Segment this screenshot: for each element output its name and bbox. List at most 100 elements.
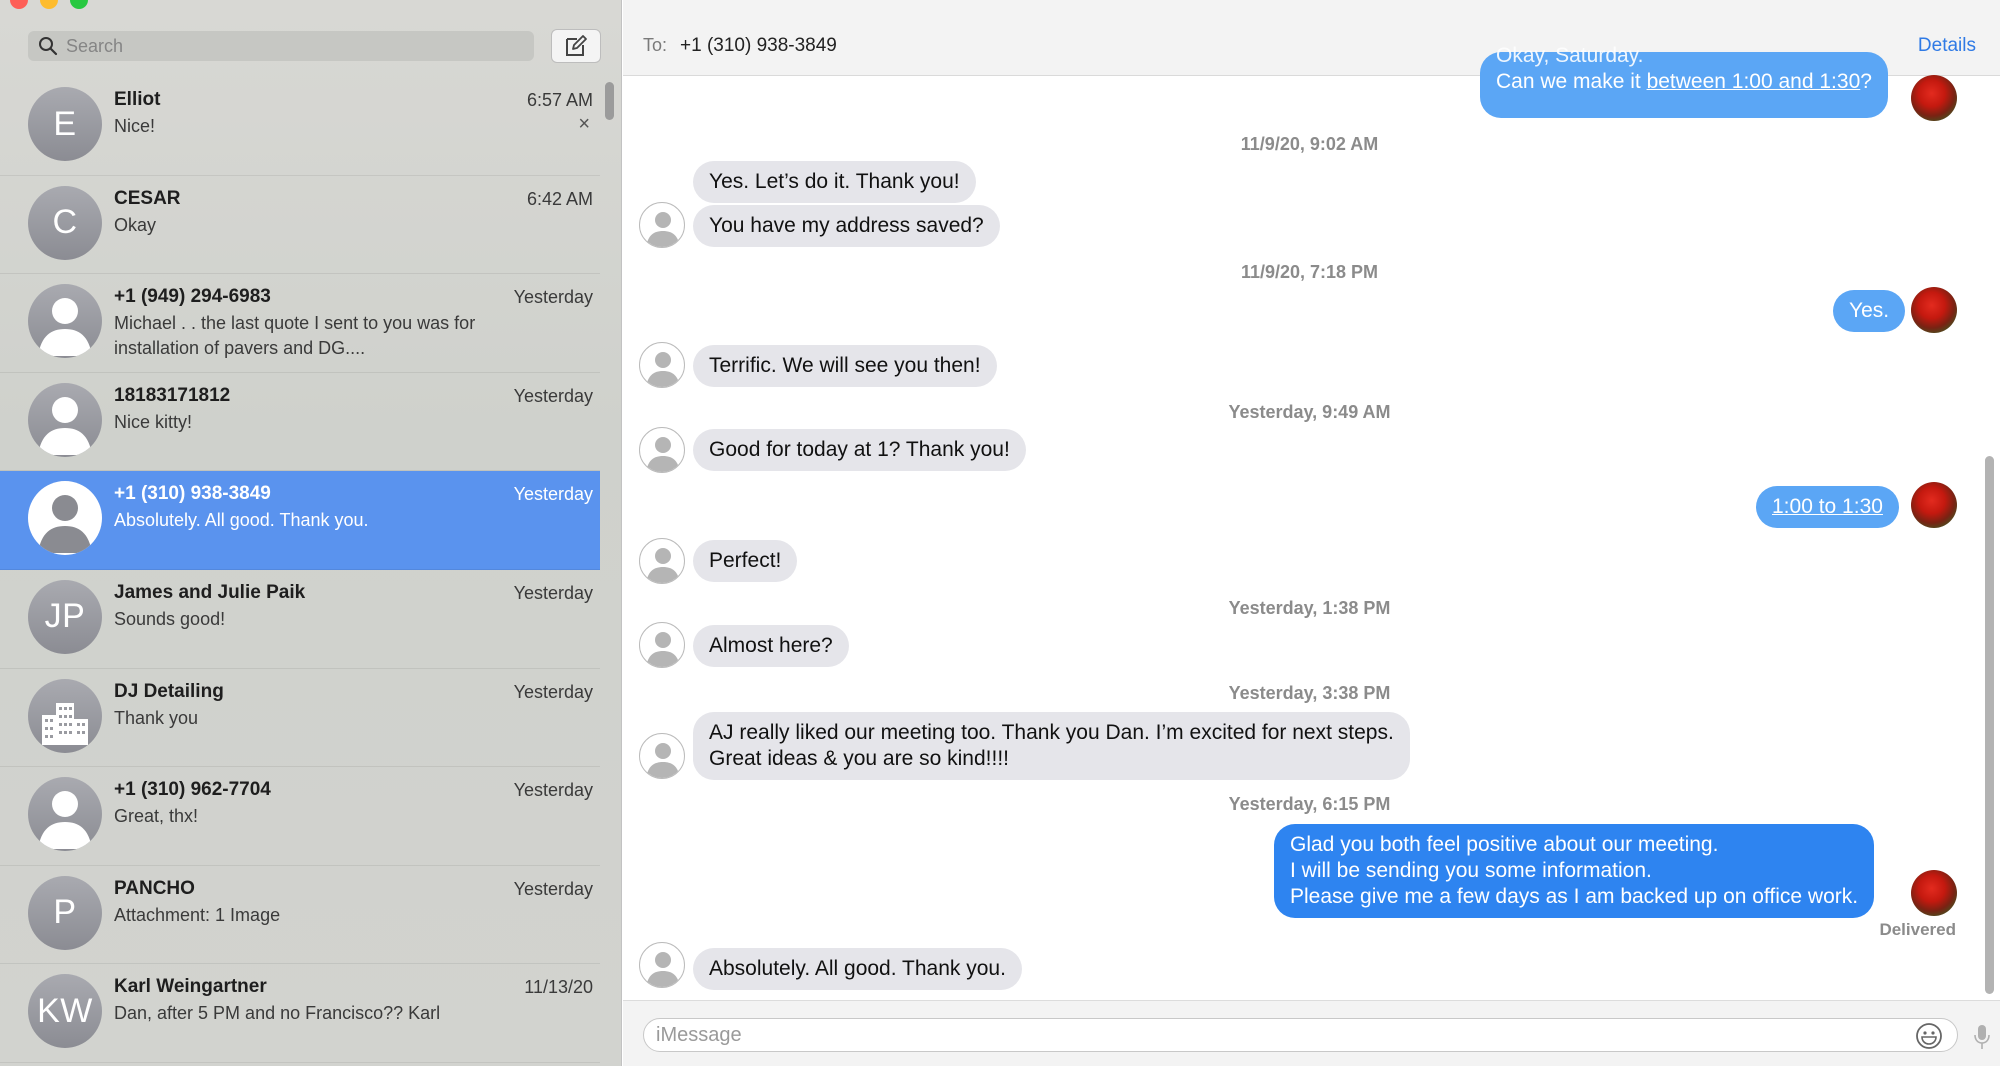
compose-button[interactable] (551, 29, 601, 63)
message-text: I will be sending you some information. (1290, 859, 1652, 882)
sidebar-scrollbar[interactable] (605, 82, 614, 120)
contact-avatar (639, 942, 685, 988)
message-incoming[interactable]: Good for today at 1? Thank you! (693, 429, 1026, 471)
message-incoming[interactable]: You have my address saved? (693, 205, 1000, 247)
close-window-button[interactable] (10, 0, 28, 9)
message-text: Can we make it (1496, 70, 1647, 93)
message-text: Please give me a few days as I am backed… (1290, 885, 1859, 908)
message-text: ? (1860, 70, 1872, 93)
conversation-name: +1 (310) 962-7704 (114, 779, 271, 801)
search-field[interactable] (28, 31, 534, 61)
conversation-time: Yesterday (513, 681, 593, 702)
conversation-item[interactable]: E Elliot 6:57 AM Nice! × (0, 77, 600, 176)
to-label: To: (643, 35, 668, 55)
date-link[interactable]: 1:00 to 1:30 (1772, 495, 1883, 518)
conversation-time: Yesterday (513, 582, 593, 603)
avatar (28, 382, 102, 457)
conversation-preview: Nice! (114, 116, 156, 136)
close-icon[interactable]: × (578, 113, 590, 136)
message-incoming[interactable]: Absolutely. All good. Thank you. (693, 948, 1022, 990)
contact-avatar (639, 342, 685, 388)
message-incoming[interactable]: Yes. Let’s do it. Thank you! (693, 161, 976, 203)
microphone-icon[interactable] (1974, 1023, 1990, 1051)
conversation-name: James and Julie Paik (114, 581, 306, 603)
my-avatar (1911, 75, 1957, 121)
conversation-preview: Michael . . the last quote I sent to you… (114, 313, 476, 359)
message-input-box[interactable] (643, 1018, 1958, 1052)
sidebar: E Elliot 6:57 AM Nice! × C CESAR 6:42 AM Okay +1 … (0, 0, 622, 1066)
timestamp: Yesterday, 1:38 PM (1228, 598, 1391, 618)
conversation-time: 6:57 AM (526, 90, 593, 110)
transcript-scrollbar[interactable] (1985, 456, 1994, 994)
contact-avatar (639, 733, 685, 779)
my-avatar (1911, 482, 1957, 528)
details-button[interactable]: Details (1918, 35, 1976, 57)
date-link[interactable]: between 1:00 and 1:30 (1647, 70, 1861, 93)
person-silhouette-icon (646, 352, 680, 387)
message-input[interactable] (656, 1023, 1876, 1047)
timestamp: 11/9/20, 9:02 AM (1240, 134, 1379, 154)
emoji-icon[interactable] (1915, 1022, 1943, 1050)
conversation-name: +1 (310) 938-3849 (114, 483, 271, 505)
avatar: JP (28, 579, 102, 654)
conversation-name: CESAR (114, 187, 181, 209)
avatar (28, 481, 102, 556)
person-silhouette-icon (38, 791, 92, 850)
my-avatar (1911, 870, 1957, 916)
contact-avatar (639, 427, 685, 473)
avatar (28, 777, 102, 852)
message-outgoing[interactable]: 1:00 to 1:30 (1756, 486, 1899, 528)
person-silhouette-icon (646, 743, 680, 778)
avatar (28, 678, 102, 753)
minimize-window-button[interactable] (40, 0, 58, 9)
person-silhouette-icon (646, 548, 680, 583)
conversation-item[interactable]: +1 (949) 294-6983 Yesterday Michael . . th… (0, 274, 600, 373)
compose-icon (566, 35, 587, 56)
conversation-preview: Thank you (114, 707, 199, 728)
conversation-item[interactable]: +1 (310) 962-7704 Yesterday Great, thx! (0, 767, 600, 866)
conversation-preview: Attachment: 1 Image (114, 904, 281, 925)
search-input[interactable] (66, 35, 506, 57)
conversation-list: E Elliot 6:57 AM Nice! × C CESAR 6:42 AM Okay +1 … (0, 77, 600, 1063)
conversation-pane: To: +1 (310) 938-3849 Details Okay, Satu… (623, 0, 2000, 1066)
conversation-item[interactable]: 18183171812 Yesterday Nice kitty! (0, 373, 600, 472)
contact-avatar (639, 622, 685, 668)
message-outgoing[interactable]: Yes. (1833, 290, 1906, 332)
my-avatar (1911, 287, 1957, 333)
conversation-preview: Dan, after 5 PM and no Francisco?? Karl (114, 1003, 441, 1024)
conversation-preview: Sounds good! (114, 608, 226, 629)
conversation-preview: Absolutely. All good. Thank you. (114, 510, 369, 531)
message-incoming[interactable]: Almost here? (693, 625, 849, 667)
message-incoming[interactable]: Perfect! (693, 540, 798, 582)
conversation-name: Elliot (114, 89, 161, 110)
message-outgoing[interactable]: Glad you both feel positive about our me… (1274, 824, 1875, 918)
avatar (28, 284, 102, 359)
building-icon (42, 702, 88, 745)
recipient-field[interactable]: +1 (310) 938-3849 (680, 35, 837, 57)
person-silhouette-icon (38, 396, 92, 455)
avatar: C (28, 185, 102, 260)
contact-avatar (639, 202, 685, 248)
message-text: Great ideas & you are so kind!!!! (709, 747, 1009, 770)
search-icon (39, 37, 58, 56)
message-text-cut: Okay, Saturday. (1496, 44, 1644, 67)
conversation-item[interactable]: KW Karl Weingartner 11/13/20 Dan, after 5 P… (0, 964, 600, 1063)
conversation-item[interactable]: DJ Detailing Yesterday Thank you (0, 669, 600, 768)
conversation-preview: Great, thx! (114, 806, 199, 827)
conversation-item[interactable]: P PANCHO Yesterday Attachment: 1 Image (0, 866, 600, 965)
timestamp: Yesterday, 3:38 PM (1228, 683, 1391, 703)
conversation-item[interactable]: C CESAR 6:42 AM Okay (0, 176, 600, 275)
message-text: Good for today at 1? Thank you! (709, 438, 1010, 461)
contact-avatar (639, 538, 685, 584)
message-incoming[interactable]: AJ really liked our meeting too. Thank y… (693, 712, 1410, 780)
message-incoming[interactable]: Terrific. We will see you then! (693, 345, 997, 387)
message-outgoing[interactable]: Okay, Saturday. Can we make it between 1… (1480, 44, 1888, 118)
conversation-item[interactable]: JP James and Julie Paik Yesterday Sounds go… (0, 570, 600, 669)
conversation-name: 18183171812 (114, 384, 231, 406)
composer (623, 1000, 2000, 1066)
conversation-time: Yesterday (513, 484, 593, 505)
window-controls (10, 0, 88, 9)
conversation-item[interactable]: +1 (310) 938-3849 Yesterday Absolutely. Al… (0, 471, 600, 570)
delivery-status: Delivered (1879, 920, 1956, 939)
zoom-window-button[interactable] (70, 0, 88, 9)
